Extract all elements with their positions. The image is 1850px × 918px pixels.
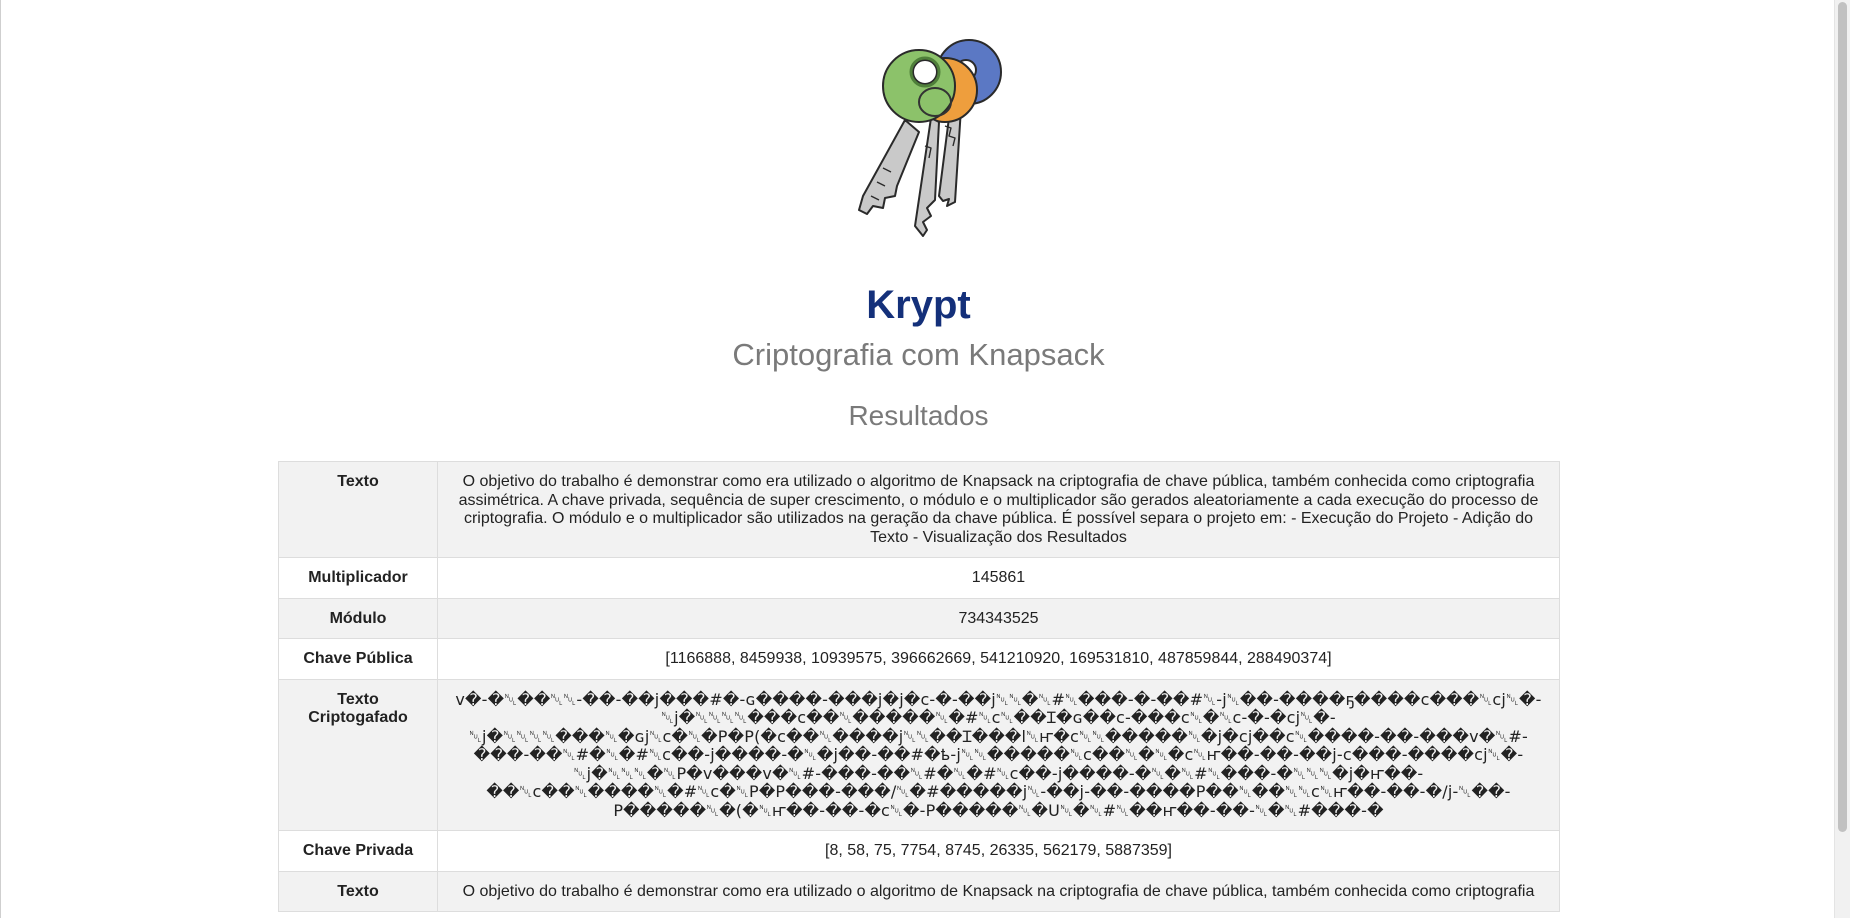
table-row-multiplicador: Multiplicador 145861 <box>278 557 1560 599</box>
row-value: v�-�␀��␀␀-��-��j���#�-ɢ����-���j�j�c-�-�… <box>437 678 1560 831</box>
row-label: Chave Pública <box>278 638 438 680</box>
row-label: Texto <box>278 870 438 912</box>
row-label: Multiplicador <box>278 557 438 599</box>
keys-icon <box>858 39 1002 237</box>
row-value: O objetivo do trabalho é demonstrar como… <box>437 461 1560 558</box>
table-row-texto-decifrado: Texto O objetivo do trabalho é demonstra… <box>278 870 1560 912</box>
row-value: 734343525 <box>437 597 1560 639</box>
results-heading: Resultados <box>848 400 989 431</box>
row-value: O objetivo do trabalho é demonstrar como… <box>437 870 1560 912</box>
table-row-chave-publica: Chave Pública [1166888, 8459938, 1093957… <box>278 638 1560 680</box>
row-label: Chave Privada <box>278 830 438 872</box>
page: Krypt Criptografia com Knapsack Resultad… <box>1 0 1836 918</box>
app-subtitle: Criptografia com Knapsack <box>732 337 1105 372</box>
row-label: Texto <box>278 461 438 558</box>
row-label: Texto Criptogafado <box>278 678 438 831</box>
table-row-chave-privada: Chave Privada [8, 58, 75, 7754, 8745, 26… <box>278 830 1560 872</box>
vertical-scrollbar[interactable] <box>1834 0 1850 918</box>
row-value: [1166888, 8459938, 10939575, 396662669, … <box>437 638 1560 680</box>
row-value: [8, 58, 75, 7754, 8745, 26335, 562179, 5… <box>437 830 1560 872</box>
table-row-modulo: Módulo 734343525 <box>278 597 1560 639</box>
row-label: Módulo <box>278 597 438 639</box>
app-title: Krypt <box>866 283 971 327</box>
table-row-texto-criptografado: Texto Criptogafado v�-�␀��␀␀-��-��j���#�… <box>278 678 1560 831</box>
scrollbar-thumb[interactable] <box>1838 2 1847 832</box>
table-row-texto: Texto O objetivo do trabalho é demonstra… <box>278 461 1560 558</box>
results-table: Texto O objetivo do trabalho é demonstra… <box>278 461 1560 912</box>
row-value: 145861 <box>437 557 1560 599</box>
